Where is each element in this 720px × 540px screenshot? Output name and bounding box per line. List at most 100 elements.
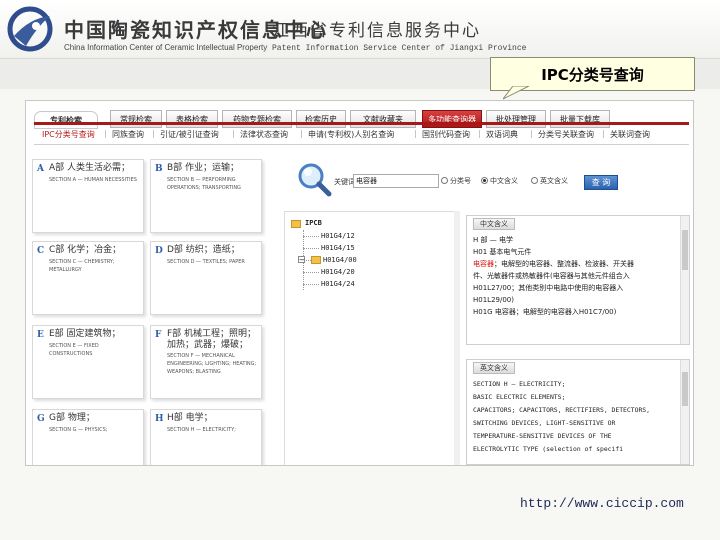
section-letter: D bbox=[155, 246, 163, 256]
cn-definition-tab[interactable]: 中文含义 bbox=[473, 218, 515, 230]
section-title: E部 固定建筑物； bbox=[49, 329, 121, 339]
subnav-item[interactable]: 双语词典 bbox=[486, 129, 518, 140]
ipc-section-d[interactable]: D D部 纺织；造纸； SECTION D — TEXTILES; PAPER bbox=[150, 241, 262, 315]
subnav-separator: | bbox=[232, 129, 235, 138]
radio-button-icon[interactable] bbox=[441, 177, 448, 184]
search-input[interactable] bbox=[353, 174, 439, 188]
subnav-item[interactable]: 申请(专利权)人别名查询 bbox=[308, 129, 394, 140]
section-en: SECTION H — ELECTRICITY; bbox=[167, 427, 236, 433]
radio-label: 英文含义 bbox=[540, 177, 568, 185]
query-button[interactable]: 查 询 bbox=[584, 175, 618, 190]
magnifier-icon bbox=[298, 163, 332, 197]
ipc-section-c[interactable]: C C部 化学；冶金； SECTION C — CHEMISTRY; METAL… bbox=[32, 241, 144, 315]
nav-tab[interactable]: 药物专题检索 bbox=[222, 110, 292, 128]
nav-tab[interactable]: 表格检索 bbox=[166, 110, 218, 128]
def-line-rest: ；电解型的电容器、整流器、检波器、开关器 bbox=[494, 260, 634, 268]
def-line: CAPACITORS; CAPACITORS, RECTIFIERS, DETE… bbox=[473, 406, 650, 414]
nav-tab[interactable]: 文献收藏夹 bbox=[350, 110, 416, 128]
ipc-section-b[interactable]: B B部 作业；运输； SECTION B — PERFORMING OPERA… bbox=[150, 159, 262, 233]
subnav-item[interactable]: 关联词查询 bbox=[610, 129, 650, 140]
nav-tab[interactable]: 常规检索 bbox=[110, 110, 162, 128]
header-banner: 中国陶瓷知识产权信息中心 China Information Center of… bbox=[0, 0, 720, 59]
nav-tab[interactable]: 批量下载库 bbox=[550, 110, 610, 128]
ipc-section-h[interactable]: H H部 电学； SECTION H — ELECTRICITY; bbox=[150, 409, 262, 465]
def-line: 电容器；电解型的电容器、整流器、检波器、开关器 bbox=[473, 258, 673, 270]
sub-nav: IPC分类号查询 | 同族查询 | 引证/被引证查询 | 法律状态查询 | 申请… bbox=[34, 128, 689, 142]
nav-tab[interactable]: 批处理管理 bbox=[486, 110, 546, 128]
ipc-section-a[interactable]: A A部 人类生活必需； SECTION A — HUMAN NECESSITI… bbox=[32, 159, 144, 233]
section-en: SECTION G — PHYSICS; bbox=[49, 427, 108, 433]
ipc-section-g[interactable]: G G部 物理； SECTION G — PHYSICS; bbox=[32, 409, 144, 465]
radio-cn-meaning[interactable]: 中文含义 bbox=[481, 176, 518, 186]
def-line: SWITCHING DEVICES, LIGHT-SENSITIVE OR bbox=[473, 419, 616, 427]
section-en: SECTION A — HUMAN NECESSITIES bbox=[49, 177, 137, 183]
section-letter: G bbox=[37, 414, 45, 424]
en-definition-text: SECTION H — ELECTRICITY; BASIC ELECTRIC … bbox=[473, 378, 673, 456]
def-line: H01 基本电气元件 bbox=[473, 248, 532, 256]
section-en: SECTION B — PERFORMING OPERATIONS; TRANS… bbox=[167, 177, 241, 191]
radio-classcode[interactable]: 分类号 bbox=[441, 176, 471, 186]
folder-icon bbox=[311, 256, 321, 264]
nav-tab-active[interactable]: 多功能查询器 bbox=[422, 110, 482, 128]
section-en: SECTION D — TEXTILES; PAPER bbox=[167, 259, 245, 265]
ipc-section-f[interactable]: F F部 机械工程；照明；加热；武器；爆破； SECTION F — MECHA… bbox=[150, 325, 262, 399]
ipc-section-e[interactable]: E E部 固定建筑物； SECTION E — FIXED CONSTRUCTI… bbox=[32, 325, 144, 399]
cn-scrollbar[interactable] bbox=[680, 216, 689, 344]
subnav-separator: | bbox=[530, 129, 533, 138]
section-title: C部 化学；冶金； bbox=[49, 245, 122, 255]
footer-url: http://www.ciccip.com bbox=[520, 496, 684, 511]
tree-scrollbar[interactable] bbox=[454, 211, 460, 465]
subnav-item-ipc[interactable]: IPC分类号查询 bbox=[42, 129, 95, 140]
def-line: H01G 电容器；电解型的电容器入H01C7/00) bbox=[473, 308, 617, 316]
subnav-separator: | bbox=[152, 129, 155, 138]
tree-connector bbox=[303, 284, 319, 285]
def-line: BASIC ELECTRIC ELEMENTS; bbox=[473, 393, 566, 401]
cn-definition-panel: 中文含义 H 部 — 电学 H01 基本电气元件 电容器；电解型的电容器、整流器… bbox=[466, 215, 690, 345]
radio-button-selected-icon[interactable] bbox=[481, 177, 488, 184]
collapse-icon[interactable]: − bbox=[298, 256, 305, 264]
nav-tab[interactable]: 检索历史 bbox=[296, 110, 346, 128]
ciccip-logo-icon bbox=[7, 6, 53, 52]
subnav-separator: | bbox=[414, 129, 417, 138]
scroll-thumb[interactable] bbox=[682, 372, 688, 406]
radio-label: 中文含义 bbox=[490, 177, 518, 185]
callout-pointer bbox=[503, 86, 530, 100]
def-line: ELECTROLYTIC TYPE (selection of specifi bbox=[473, 445, 624, 453]
cn-definition-text: H 部 — 电学 H01 基本电气元件 电容器；电解型的电容器、整流器、检波器、… bbox=[473, 234, 673, 318]
section-en: SECTION F — MECHANICAL ENGINEERING; LIGH… bbox=[167, 353, 257, 375]
subnav-separator: | bbox=[602, 129, 605, 138]
org2-name-cn: 江西省专利信息服务中心 bbox=[272, 21, 481, 41]
tree-connector bbox=[303, 248, 319, 249]
screenshot-window: 专利检索 常规检索 表格检索 药物专题检索 检索历史 文献收藏夹 多功能查询器 … bbox=[25, 100, 694, 466]
tree-connector bbox=[303, 236, 319, 237]
subnav-item[interactable]: 国别代码查询 bbox=[422, 129, 470, 140]
subnav-separator: | bbox=[300, 129, 303, 138]
tree-connector bbox=[303, 272, 319, 273]
radio-label: 分类号 bbox=[450, 177, 471, 185]
tree-node[interactable]: H01G4/12 bbox=[321, 232, 355, 240]
subnav-item[interactable]: 同族查询 bbox=[112, 129, 144, 140]
section-letter: C bbox=[37, 246, 45, 256]
subnav-item[interactable]: 法律状态查询 bbox=[240, 129, 288, 140]
tree-node[interactable]: H01G4/24 bbox=[321, 280, 355, 288]
def-line: H01L27/00；其他类别中电路中使用的电容器入 bbox=[473, 284, 624, 292]
radio-en-meaning[interactable]: 英文含义 bbox=[531, 176, 568, 186]
tree-node-selected[interactable]: H01G4/00 bbox=[323, 256, 357, 264]
en-scrollbar[interactable] bbox=[680, 360, 689, 464]
subnav-item[interactable]: 分类号关联查询 bbox=[538, 129, 594, 140]
tree-root[interactable]: IPCB bbox=[305, 219, 322, 227]
nav-underline bbox=[34, 122, 689, 125]
en-definition-tab[interactable]: 英文含义 bbox=[473, 362, 515, 374]
highlight-keyword: 电容器 bbox=[473, 260, 494, 268]
org-name-en: China Information Center of Ceramic Inte… bbox=[64, 43, 268, 52]
nav-home-tab[interactable]: 专利检索 bbox=[34, 111, 98, 129]
tree-node[interactable]: H01G4/15 bbox=[321, 244, 355, 252]
section-letter: F bbox=[155, 330, 162, 340]
subnav-item[interactable]: 引证/被引证查询 bbox=[160, 129, 219, 140]
radio-button-icon[interactable] bbox=[531, 177, 538, 184]
tree-node[interactable]: H01G4/20 bbox=[321, 268, 355, 276]
section-letter: H bbox=[155, 414, 164, 424]
def-line: TEMPERATURE-SENSITIVE DEVICES OF THE bbox=[473, 432, 612, 440]
scroll-thumb[interactable] bbox=[682, 230, 688, 270]
section-title: A部 人类生活必需； bbox=[49, 163, 131, 173]
